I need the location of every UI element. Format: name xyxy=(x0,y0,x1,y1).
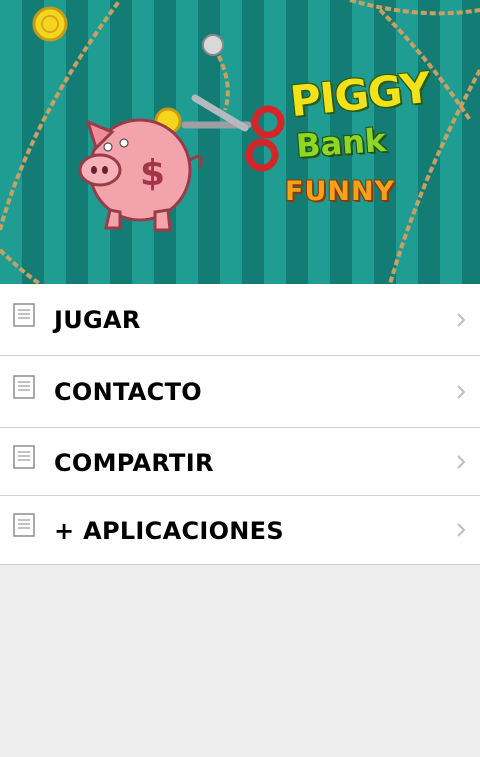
document-icon xyxy=(13,375,35,399)
rope-decoration xyxy=(0,0,480,284)
menu-item-contacto[interactable]: CONTACTO xyxy=(0,356,480,428)
document-icon xyxy=(13,445,35,469)
menu-item-label: JUGAR xyxy=(54,306,141,334)
piggy-bank-icon: $ xyxy=(78,118,203,232)
nail-icon xyxy=(202,34,224,56)
menu-item-aplicaciones[interactable]: + APLICACIONES xyxy=(0,496,480,565)
logo-title-line2: Bank xyxy=(294,120,388,166)
main-menu: JUGAR CONTACTO COMPARTIR + APLICACIONES xyxy=(0,284,480,565)
svg-text:$: $ xyxy=(140,153,165,194)
chevron-right-icon xyxy=(457,385,466,399)
chevron-right-icon xyxy=(457,313,466,327)
coin-icon xyxy=(32,6,68,42)
app-banner: $ PIGGY Bank FUNNY xyxy=(0,0,480,284)
document-icon xyxy=(13,303,35,327)
menu-item-label: COMPARTIR xyxy=(54,449,214,477)
menu-item-jugar[interactable]: JUGAR xyxy=(0,284,480,356)
banner-illustration: $ xyxy=(0,0,480,284)
chevron-right-icon xyxy=(457,523,466,537)
menu-item-compartir[interactable]: COMPARTIR xyxy=(0,428,480,496)
menu-item-label: + APLICACIONES xyxy=(54,517,284,545)
document-icon xyxy=(13,513,35,537)
menu-item-label: CONTACTO xyxy=(54,378,202,406)
chevron-right-icon xyxy=(457,455,466,469)
logo-title-line3: FUNNY xyxy=(285,176,396,207)
